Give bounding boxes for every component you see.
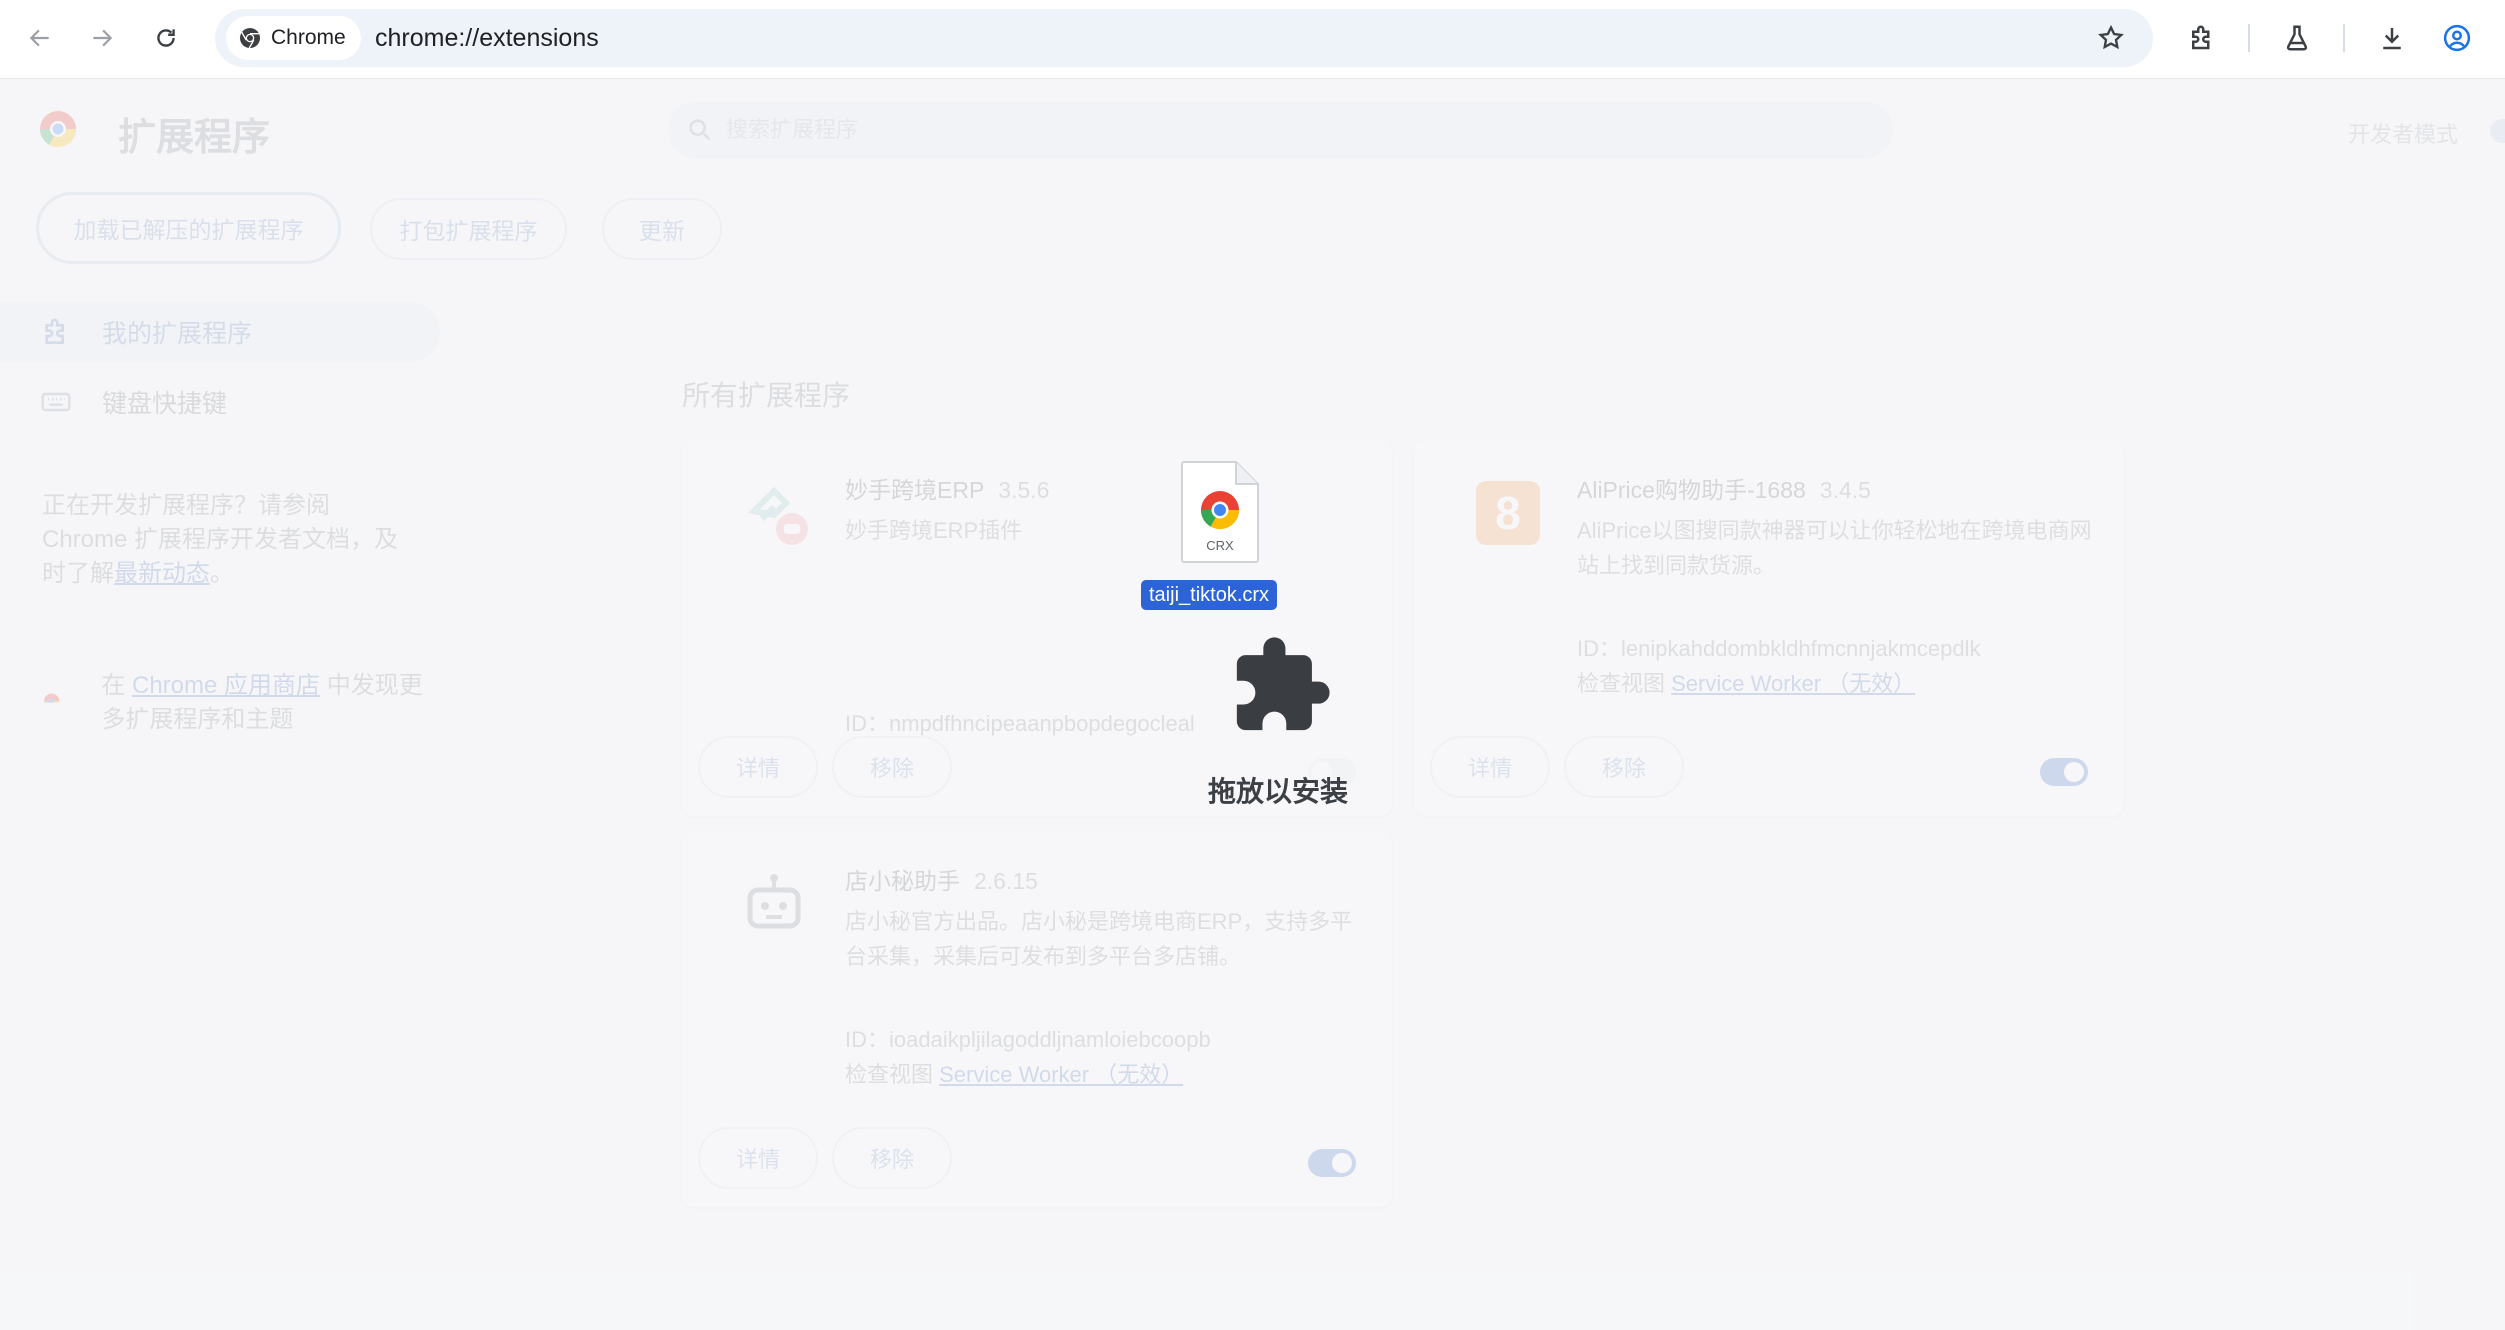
back-icon[interactable] — [18, 16, 62, 60]
reload-icon[interactable] — [144, 16, 188, 60]
browser-toolbar: Chrome chrome://extensions — [0, 0, 2505, 79]
dragged-file-name: taiji_tiktok.crx — [1141, 580, 1278, 610]
download-icon[interactable] — [2373, 19, 2411, 57]
site-info-chip[interactable]: Chrome — [226, 16, 361, 60]
chip-label: Chrome — [271, 26, 346, 49]
forward-icon[interactable] — [80, 16, 124, 60]
toolbar-divider — [2343, 24, 2345, 52]
crx-file-icon[interactable]: CRX — [1180, 460, 1260, 564]
chrome-icon — [240, 28, 260, 49]
labs-flask-icon[interactable] — [2278, 19, 2316, 57]
drop-to-install-label: 拖放以安装 — [1208, 776, 1349, 807]
url-text[interactable]: chrome://extensions — [375, 9, 599, 67]
bookmark-star-icon[interactable] — [2097, 24, 2125, 52]
install-puzzle-icon — [1236, 637, 1330, 731]
crx-file-type-label: CRX — [1206, 538, 1234, 553]
toolbar-divider — [2248, 24, 2250, 52]
address-bar[interactable]: Chrome chrome://extensions — [215, 9, 2153, 67]
profile-avatar-icon[interactable] — [2438, 19, 2476, 57]
extensions-puzzle-icon[interactable] — [2183, 19, 2221, 57]
